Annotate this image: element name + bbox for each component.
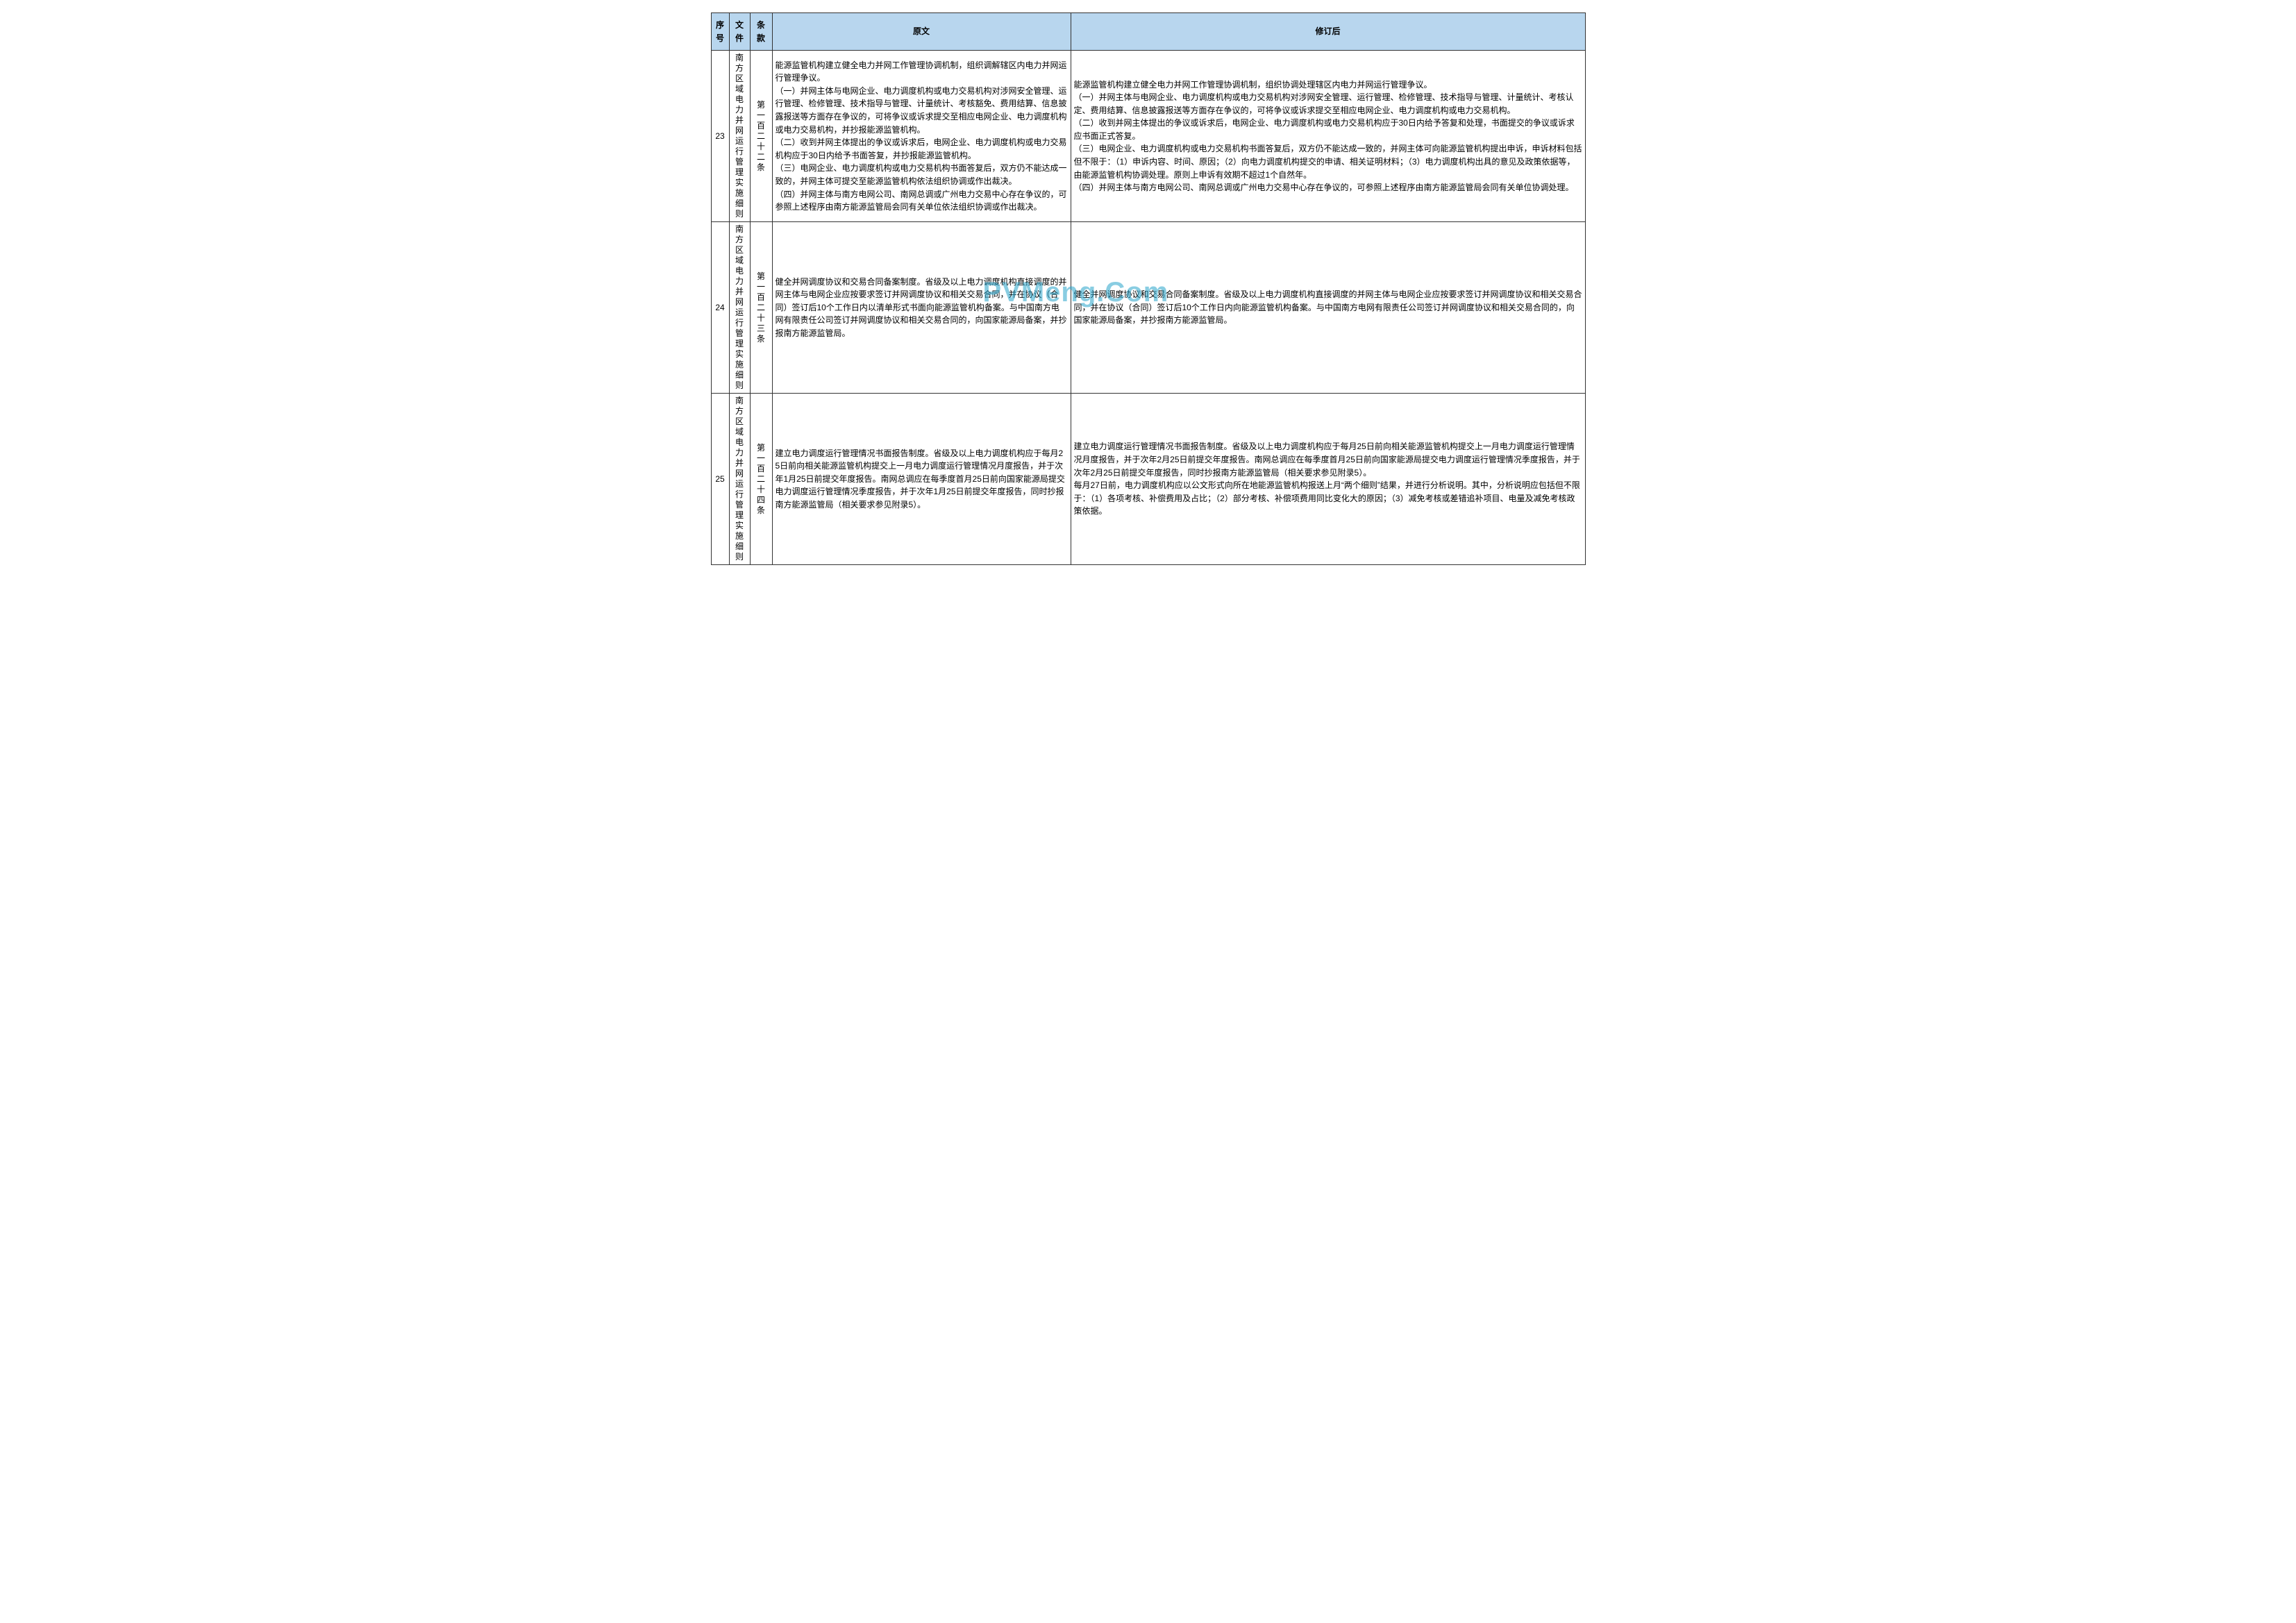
col-article: 条款 (750, 13, 772, 51)
cell-revised: 建立电力调度运行管理情况书面报告制度。省级及以上电力调度机构应于每月25日前向相… (1071, 394, 1585, 565)
table-body: 23 南 方 区 域 电 力 并 网 运 行 管 理 实 施 细 则 第 一 百… (711, 51, 1585, 565)
cell-article: 第 一 百 二 十 四 条 (750, 394, 772, 565)
document-sheet: PVMeng.Com 序号 文件 条款 原文 修订后 23 南 方 区 域 电 … (711, 12, 1586, 565)
table-header-row: 序号 文件 条款 原文 修订后 (711, 13, 1585, 51)
cell-file: 南 方 区 域 电 力 并 网 运 行 管 理 实 施 细 则 (729, 222, 750, 394)
cell-article: 第 一 百 二 十 二 条 (750, 51, 772, 222)
cell-file: 南 方 区 域 电 力 并 网 运 行 管 理 实 施 细 则 (729, 394, 750, 565)
col-file: 文件 (729, 13, 750, 51)
cell-revised: 能源监管机构建立健全电力并网工作管理协调机制，组织协调处理辖区内电力并网运行管理… (1071, 51, 1585, 222)
cell-seq: 25 (711, 394, 729, 565)
regulation-table: 序号 文件 条款 原文 修订后 23 南 方 区 域 电 力 并 网 运 行 管… (711, 12, 1586, 565)
cell-file: 南 方 区 域 电 力 并 网 运 行 管 理 实 施 细 则 (729, 51, 750, 222)
cell-original: 建立电力调度运行管理情况书面报告制度。省级及以上电力调度机构应于每月25日前向相… (772, 394, 1071, 565)
cell-seq: 23 (711, 51, 729, 222)
table-row: 23 南 方 区 域 电 力 并 网 运 行 管 理 实 施 细 则 第 一 百… (711, 51, 1585, 222)
table-row: 25 南 方 区 域 电 力 并 网 运 行 管 理 实 施 细 则 第 一 百… (711, 394, 1585, 565)
table-row: 24 南 方 区 域 电 力 并 网 运 行 管 理 实 施 细 则 第 一 百… (711, 222, 1585, 394)
cell-article: 第 一 百 二 十 三 条 (750, 222, 772, 394)
cell-revised: 健全并网调度协议和交易合同备案制度。省级及以上电力调度机构直接调度的并网主体与电… (1071, 222, 1585, 394)
cell-original: 健全并网调度协议和交易合同备案制度。省级及以上电力调度机构直接调度的并网主体与电… (772, 222, 1071, 394)
cell-seq: 24 (711, 222, 729, 394)
cell-original: 能源监管机构建立健全电力并网工作管理协调机制，组织调解辖区内电力并网运行管理争议… (772, 51, 1071, 222)
col-revised: 修订后 (1071, 13, 1585, 51)
col-original: 原文 (772, 13, 1071, 51)
col-seq: 序号 (711, 13, 729, 51)
